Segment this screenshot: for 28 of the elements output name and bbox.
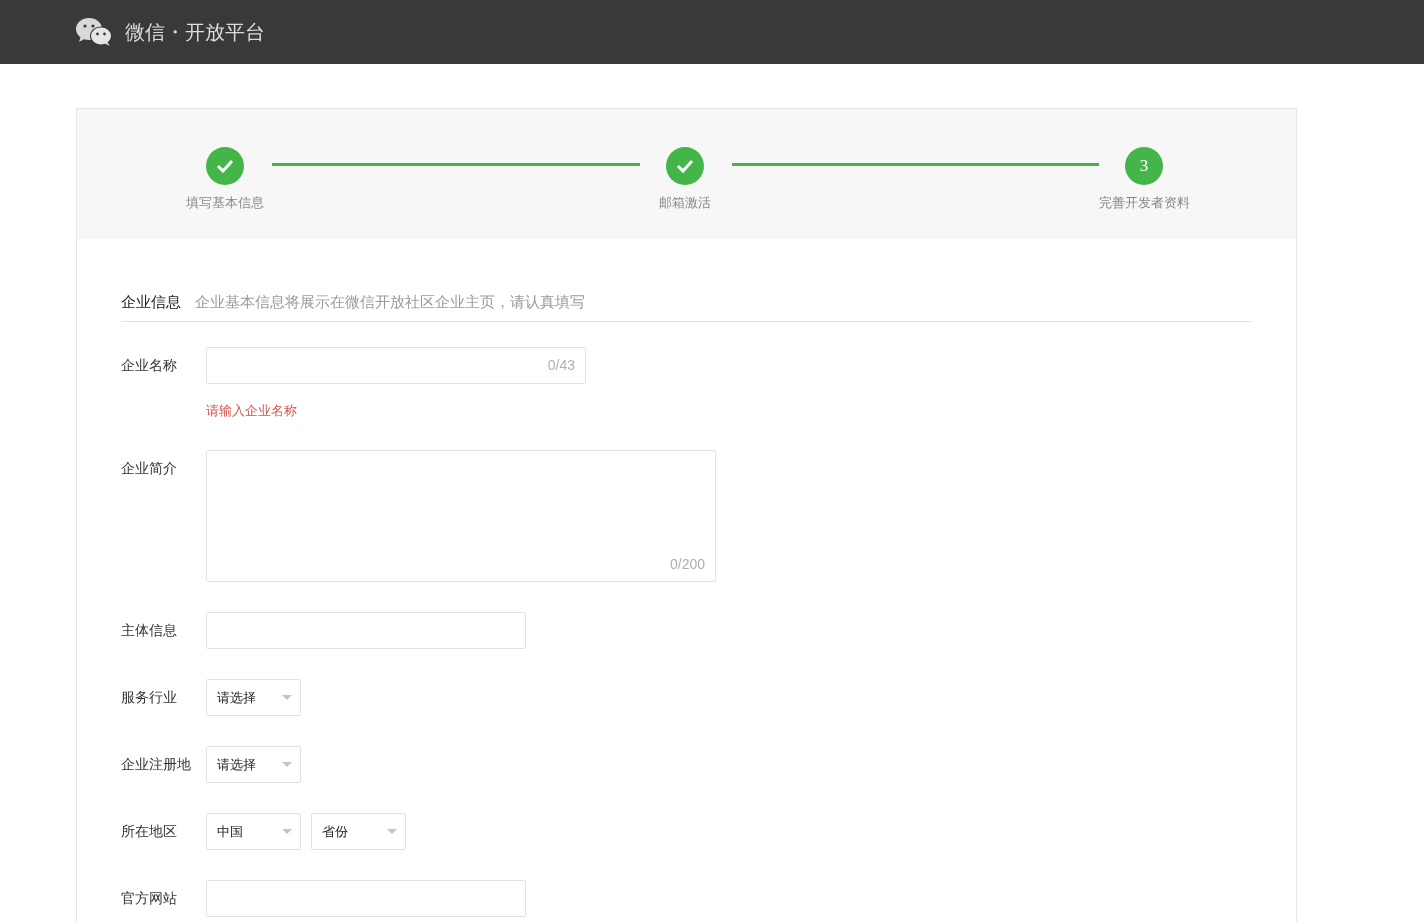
- text-field[interactable]: [206, 612, 526, 649]
- step-label: 邮箱激活: [658, 194, 712, 212]
- caret-icon: [282, 695, 292, 700]
- dropdown[interactable]: 请选择: [206, 746, 301, 783]
- text-field[interactable]: [206, 880, 526, 917]
- dropdown[interactable]: 中国: [206, 813, 301, 850]
- field-label: 所在地区: [121, 822, 178, 841]
- section-title: 企业信息: [121, 292, 181, 312]
- site-title: 微信・开放平台: [125, 20, 265, 45]
- char-counter: 0/200: [669, 555, 705, 574]
- field-label: 企业注册地: [121, 755, 192, 774]
- field-label: 官方网站: [121, 889, 178, 908]
- error-message: 请输入企业名称: [206, 401, 298, 420]
- field-label: 企业名称: [121, 355, 178, 375]
- caret-icon: [282, 762, 292, 767]
- field-label: 主体信息: [121, 621, 178, 640]
- caret-icon: [387, 829, 397, 834]
- field-label: 企业简介: [121, 459, 178, 478]
- step-label: 完善开发者资料: [1097, 194, 1191, 212]
- caret-icon: [282, 829, 292, 834]
- field-label: 服务行业: [121, 688, 178, 707]
- step-label: 填写基本信息: [185, 194, 265, 212]
- chat-bubbles-icon: [76, 17, 112, 47]
- char-counter: 0/43: [547, 355, 575, 375]
- section-hint: 企业基本信息将展示在微信开放社区企业主页，请认真填写: [195, 292, 585, 312]
- dropdown[interactable]: 请选择: [206, 679, 301, 716]
- dropdown[interactable]: 省份: [311, 813, 406, 850]
- step-number: 3: [1125, 147, 1163, 185]
